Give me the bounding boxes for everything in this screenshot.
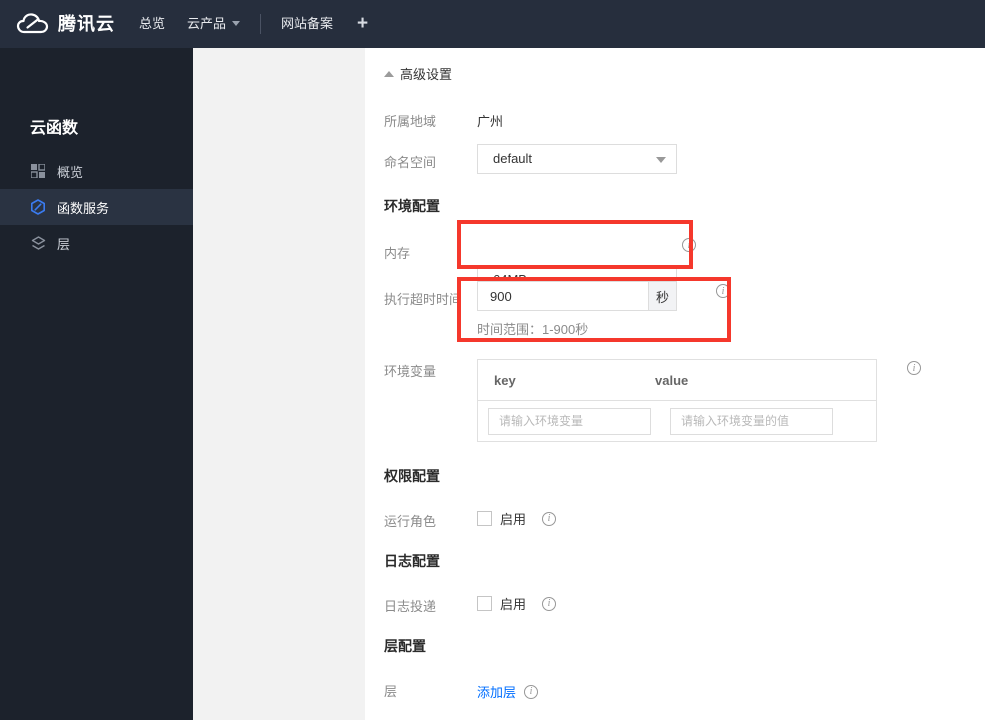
sidebar-title: 云函数 (30, 120, 79, 137)
log-info-icon[interactable] (542, 596, 557, 611)
nav-divider (260, 14, 261, 34)
envvar-row (478, 401, 876, 441)
hexagon-icon (30, 199, 46, 215)
secondary-panel (193, 48, 365, 720)
memory-highlight-box (457, 220, 693, 269)
envvar-table: key value (477, 359, 877, 442)
grid-icon (30, 163, 46, 179)
envvar-key-input[interactable] (488, 407, 651, 435)
timeout-input[interactable] (478, 282, 648, 310)
envvar-info-icon[interactable] (907, 361, 921, 375)
add-layer-row: 添加层 (477, 682, 539, 701)
sidebar-item-function-service[interactable]: 函数服务 (0, 189, 193, 225)
sidebar-item-label: 函数服务 (57, 200, 110, 216)
add-layer-link[interactable]: 添加层 (477, 682, 516, 701)
advanced-settings-toggle[interactable]: 高级设置 (384, 64, 452, 83)
role-enable-checkbox[interactable] (477, 511, 492, 526)
timeout-range-hint: 时间范围：1-900秒 (477, 322, 589, 337)
chevron-down-icon (232, 21, 241, 26)
namespace-select[interactable]: default (477, 144, 677, 174)
memory-label: 内存 (384, 246, 411, 261)
sidebar-item-layers[interactable]: 层 (0, 225, 193, 261)
timeout-info-icon[interactable] (716, 284, 730, 298)
layers-icon (30, 235, 46, 251)
nav-website-record[interactable]: 网站备案 (281, 0, 333, 48)
sidebar-item-overview[interactable]: 概览 (0, 153, 193, 189)
chevron-down-icon (656, 157, 666, 163)
sidebar-item-label: 层 (57, 236, 71, 252)
role-enable-row: 启用 (477, 509, 557, 528)
add-tab-button[interactable]: + (357, 0, 368, 48)
sidebar-item-label: 概览 (57, 164, 84, 180)
topbar: 腾讯云 总览 云产品 网站备案 + (0, 0, 985, 48)
log-enable-label: 启用 (500, 597, 527, 612)
namespace-selected-value: default (493, 151, 533, 166)
envvar-value-header: value (655, 372, 689, 388)
log-config-section-title: 日志配置 (384, 553, 440, 569)
timeout-label: 执行超时时间 (384, 292, 463, 307)
timeout-unit-addon: 秒 (648, 282, 676, 310)
log-enable-row: 启用 (477, 594, 557, 613)
nav-overview[interactable]: 总览 (139, 0, 165, 48)
envvar-table-header: key value (478, 360, 876, 401)
log-delivery-label: 日志投递 (384, 599, 437, 614)
layer-label: 层 (384, 684, 398, 699)
region-label: 所属地域 (384, 114, 437, 129)
brand-title[interactable]: 腾讯云 (58, 0, 115, 48)
timeout-input-group: 秒 (477, 281, 677, 311)
envvar-value-input[interactable] (670, 407, 833, 435)
role-label: 运行角色 (384, 514, 437, 529)
tencent-cloud-logo-icon[interactable] (16, 11, 50, 42)
log-enable-checkbox[interactable] (477, 596, 492, 611)
layer-config-section-title: 层配置 (384, 638, 426, 654)
env-config-section-title: 环境配置 (384, 198, 440, 214)
envvar-key-header: key (494, 372, 516, 388)
role-info-icon[interactable] (542, 511, 557, 526)
sidebar: 云函数 概览 函数服务 层 (0, 48, 193, 720)
memory-info-icon[interactable] (682, 238, 696, 252)
region-value: 广州 (477, 114, 504, 129)
collapse-arrow-icon (384, 71, 394, 77)
role-enable-label: 启用 (500, 512, 527, 527)
envvar-label: 环境变量 (384, 364, 437, 379)
nav-cloud-products[interactable]: 云产品 (187, 0, 241, 48)
settings-form: 高级设置 所属地域 广州 命名空间 default 环境配置 内存 64MB 执… (365, 48, 985, 720)
namespace-label: 命名空间 (384, 155, 437, 170)
layer-info-icon[interactable] (524, 684, 539, 699)
perm-config-section-title: 权限配置 (384, 468, 440, 484)
